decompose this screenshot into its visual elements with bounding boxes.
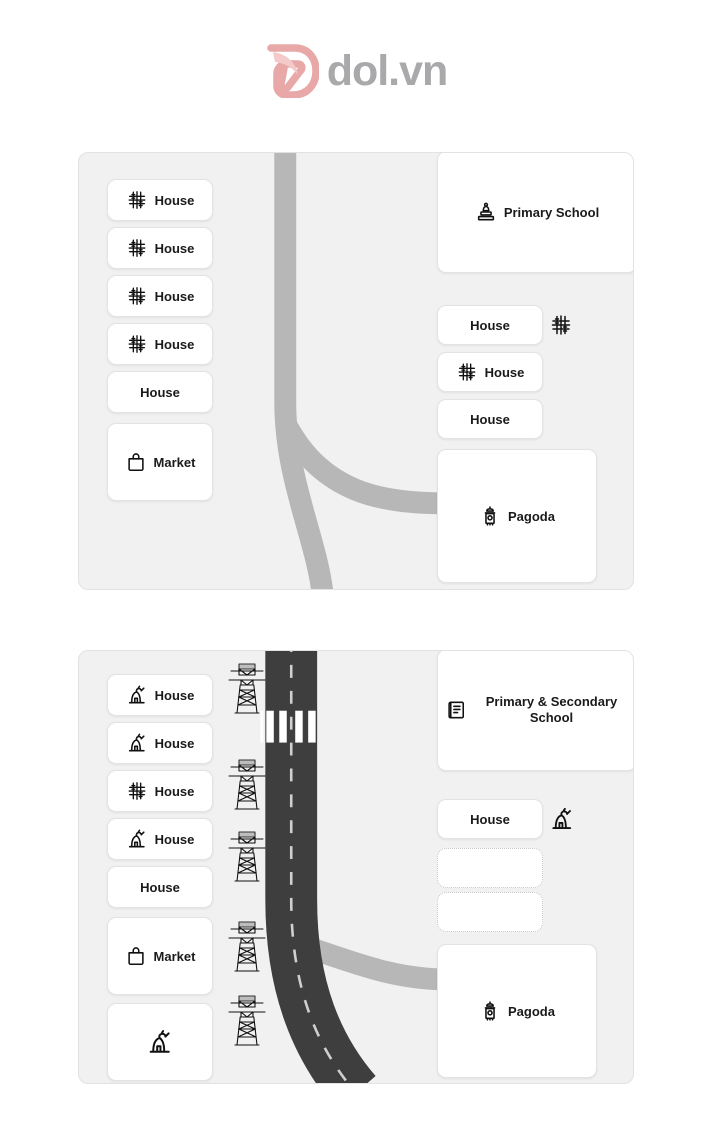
map-card-b-h5[interactable]: House [107,866,213,908]
power-tower-icon [227,757,267,813]
map-card-t-h1[interactable]: House [107,179,213,221]
map-card-label: House [470,411,510,427]
field-grid-icon [126,189,148,211]
map-card-b-school[interactable]: Primary & Secondary School [437,651,633,771]
map-card-t-h8[interactable]: House [437,399,543,439]
brand-logo: dol.vn [0,44,712,98]
page-root: dol.vn House House House House House Market Pr… [0,0,712,1140]
village-map-after: House House House House House Market Primary &… [78,650,634,1084]
map-card-b-h1[interactable]: House [107,674,213,716]
field-grid-icon [126,285,148,307]
field-grid-icon [549,313,573,337]
house-antenna-icon [126,732,148,754]
map-card-b-pagoda[interactable]: Pagoda [437,944,597,1078]
map-card-b-market[interactable]: Market [107,917,213,995]
map-card-label: House [154,687,195,703]
house-antenna-icon [549,806,575,832]
field-grid-icon [126,237,148,259]
map-card-b-e1[interactable] [437,848,543,888]
map-card-b-h2[interactable]: House [107,722,213,764]
map-card-label: Pagoda [508,1003,555,1019]
field-grid-icon [126,333,148,355]
map-card-b-h3[interactable]: House [107,770,213,812]
map-card-t-h7[interactable]: House [437,352,543,392]
power-tower-icon [227,661,267,717]
map-card-b-e2[interactable] [437,892,543,932]
map-card-t-market[interactable]: Market [107,423,213,501]
map-card-label: House [154,336,195,352]
house-antenna-icon [146,1028,174,1056]
power-tower-icon [227,919,267,975]
power-tower-icon [227,829,267,885]
map-card-label: Pagoda [508,508,555,524]
map-card-label: House [470,317,510,333]
brand-name: dol.vn [326,46,449,95]
village-map-before: House House House House House Market Primary S… [78,152,634,590]
house-antenna-icon [126,828,148,850]
map-card-label: House [154,240,195,256]
map-card-label: House [154,288,195,304]
shopping-bag-icon [125,945,147,967]
field-grid-icon [126,780,148,802]
map-card-t-h6[interactable]: House [437,305,543,345]
pagoda-icon [479,505,501,527]
main-road [274,153,333,589]
map-card-b-h4[interactable]: House [107,818,213,860]
map-card-label: Primary & Secondary School [485,693,618,725]
school-bell-icon [475,201,497,223]
map-card-t-h3[interactable]: House [107,275,213,317]
map-card-t-pagoda[interactable]: Pagoda [437,449,597,583]
map-card-label: House [140,384,180,400]
map-card-b-h6[interactable] [107,1003,213,1081]
book-icon [446,699,468,721]
map-card-label: House [154,735,195,751]
field-grid-icon [456,361,478,383]
power-tower-icon [227,993,267,1049]
map-card-label: Primary School [503,204,600,220]
pagoda-icon [479,1000,501,1022]
map-card-label: House [154,192,195,208]
map-card-label: House [484,364,525,380]
map-card-t-school[interactable]: Primary School [437,153,633,273]
map-card-label: Market [153,948,196,964]
map-card-label: House [154,831,195,847]
map-card-t-h4[interactable]: House [107,323,213,365]
map-card-b-h7[interactable]: House [437,799,543,839]
map-card-t-h5[interactable]: House [107,371,213,413]
shopping-bag-icon [125,451,147,473]
map-card-label: Market [153,454,196,470]
map-card-label: House [154,783,195,799]
map-card-t-h2[interactable]: House [107,227,213,269]
dol-leaf-logo-icon [265,44,319,98]
map-card-label: House [140,879,180,895]
map-card-label: House [470,811,510,827]
house-antenna-icon [126,684,148,706]
